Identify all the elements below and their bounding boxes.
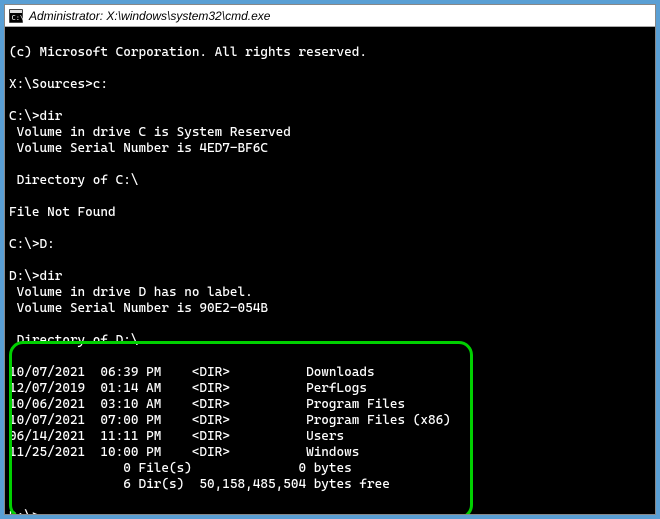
output-line: Volume in drive D has no label. bbox=[9, 285, 253, 300]
cmd-icon: C:\ bbox=[9, 9, 23, 23]
output-line: 6 Dir(s) 50,158,485,504 bytes free bbox=[9, 477, 390, 492]
prompt-line: C:\>dir bbox=[9, 109, 62, 124]
output-line: File Not Found bbox=[9, 205, 116, 220]
dir-entry: 12/07/2019 01:14 AM <DIR> PerfLogs bbox=[9, 381, 367, 396]
cmd-window: C:\ Administrator: X:\windows\system32\c… bbox=[4, 4, 656, 515]
dir-entry: 10/07/2021 07:00 PM <DIR> Program Files … bbox=[9, 413, 451, 428]
output-line: Volume Serial Number is 4ED7-BF6C bbox=[9, 141, 268, 156]
svg-text:C:\: C:\ bbox=[12, 14, 24, 22]
output-line: Volume Serial Number is 90E2-054B bbox=[9, 301, 268, 316]
dir-entry: 06/14/2021 11:11 PM <DIR> Users bbox=[9, 429, 344, 444]
dir-entry: 10/06/2021 03:10 AM <DIR> Program Files bbox=[9, 397, 405, 412]
terminal-output[interactable]: (c) Microsoft Corporation. All rights re… bbox=[5, 27, 655, 514]
output-line: 0 File(s) 0 bytes bbox=[9, 461, 352, 476]
prompt-line: D:\>dir bbox=[9, 269, 62, 284]
dir-entry: 11/25/2021 10:00 PM <DIR> Windows bbox=[9, 445, 359, 460]
prompt-line: C:\>D: bbox=[9, 237, 55, 252]
prompt-line: X:\Sources>c: bbox=[9, 77, 108, 92]
output-line: Volume in drive C is System Reserved bbox=[9, 125, 291, 140]
prompt-line: D:\> bbox=[9, 509, 39, 514]
titlebar[interactable]: C:\ Administrator: X:\windows\system32\c… bbox=[5, 5, 655, 27]
output-line: Directory of C:\ bbox=[9, 173, 139, 188]
dir-entry: 10/07/2021 06:39 PM <DIR> Downloads bbox=[9, 365, 375, 380]
window-title: Administrator: X:\windows\system32\cmd.e… bbox=[29, 9, 270, 23]
output-line: (c) Microsoft Corporation. All rights re… bbox=[9, 45, 367, 60]
output-line: Directory of D:\ bbox=[9, 333, 139, 348]
